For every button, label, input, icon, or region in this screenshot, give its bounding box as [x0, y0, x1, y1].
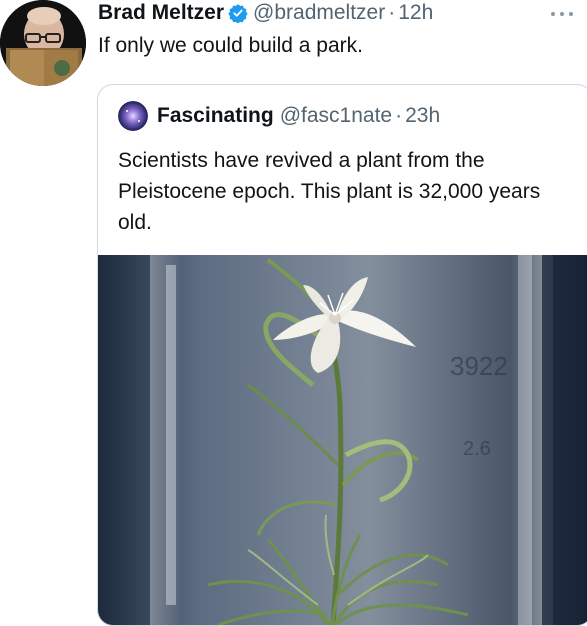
quoted-author-name[interactable]: Fascinating — [157, 104, 274, 128]
author-handle[interactable]: @bradmeltzer — [253, 1, 385, 25]
quoted-tweet-image[interactable]: 3922 2.6 — [98, 255, 587, 625]
author-name[interactable]: Brad Meltzer — [98, 1, 224, 25]
quoted-author-avatar[interactable] — [118, 101, 148, 131]
separator-dot: · — [388, 1, 396, 24]
more-options-icon[interactable] — [549, 6, 575, 16]
separator-dot: · — [395, 104, 403, 127]
jar-marking-code: 2.6 — [463, 438, 491, 460]
author-avatar[interactable] — [0, 0, 86, 86]
quoted-tweet-header: Fascinating @fasc1nate · 23h — [118, 101, 440, 131]
tweet-header: Brad Meltzer @bradmeltzer · 12h — [98, 0, 433, 26]
quoted-author-handle[interactable]: @fasc1nate — [280, 104, 392, 128]
tweet-timestamp[interactable]: 12h — [398, 1, 433, 25]
tweet-text: If only we could build a park. — [98, 34, 363, 57]
quoted-tweet-timestamp[interactable]: 23h — [405, 104, 440, 128]
quoted-tweet[interactable]: Fascinating @fasc1nate · 23h Scientists … — [97, 84, 587, 626]
quoted-tweet-text: Scientists have revived a plant from the… — [118, 149, 541, 234]
tweet-card[interactable]: Brad Meltzer @bradmeltzer · 12h If only … — [0, 0, 587, 626]
jar-marking-number: 3922 — [450, 351, 508, 381]
verified-badge-icon — [228, 3, 248, 24]
